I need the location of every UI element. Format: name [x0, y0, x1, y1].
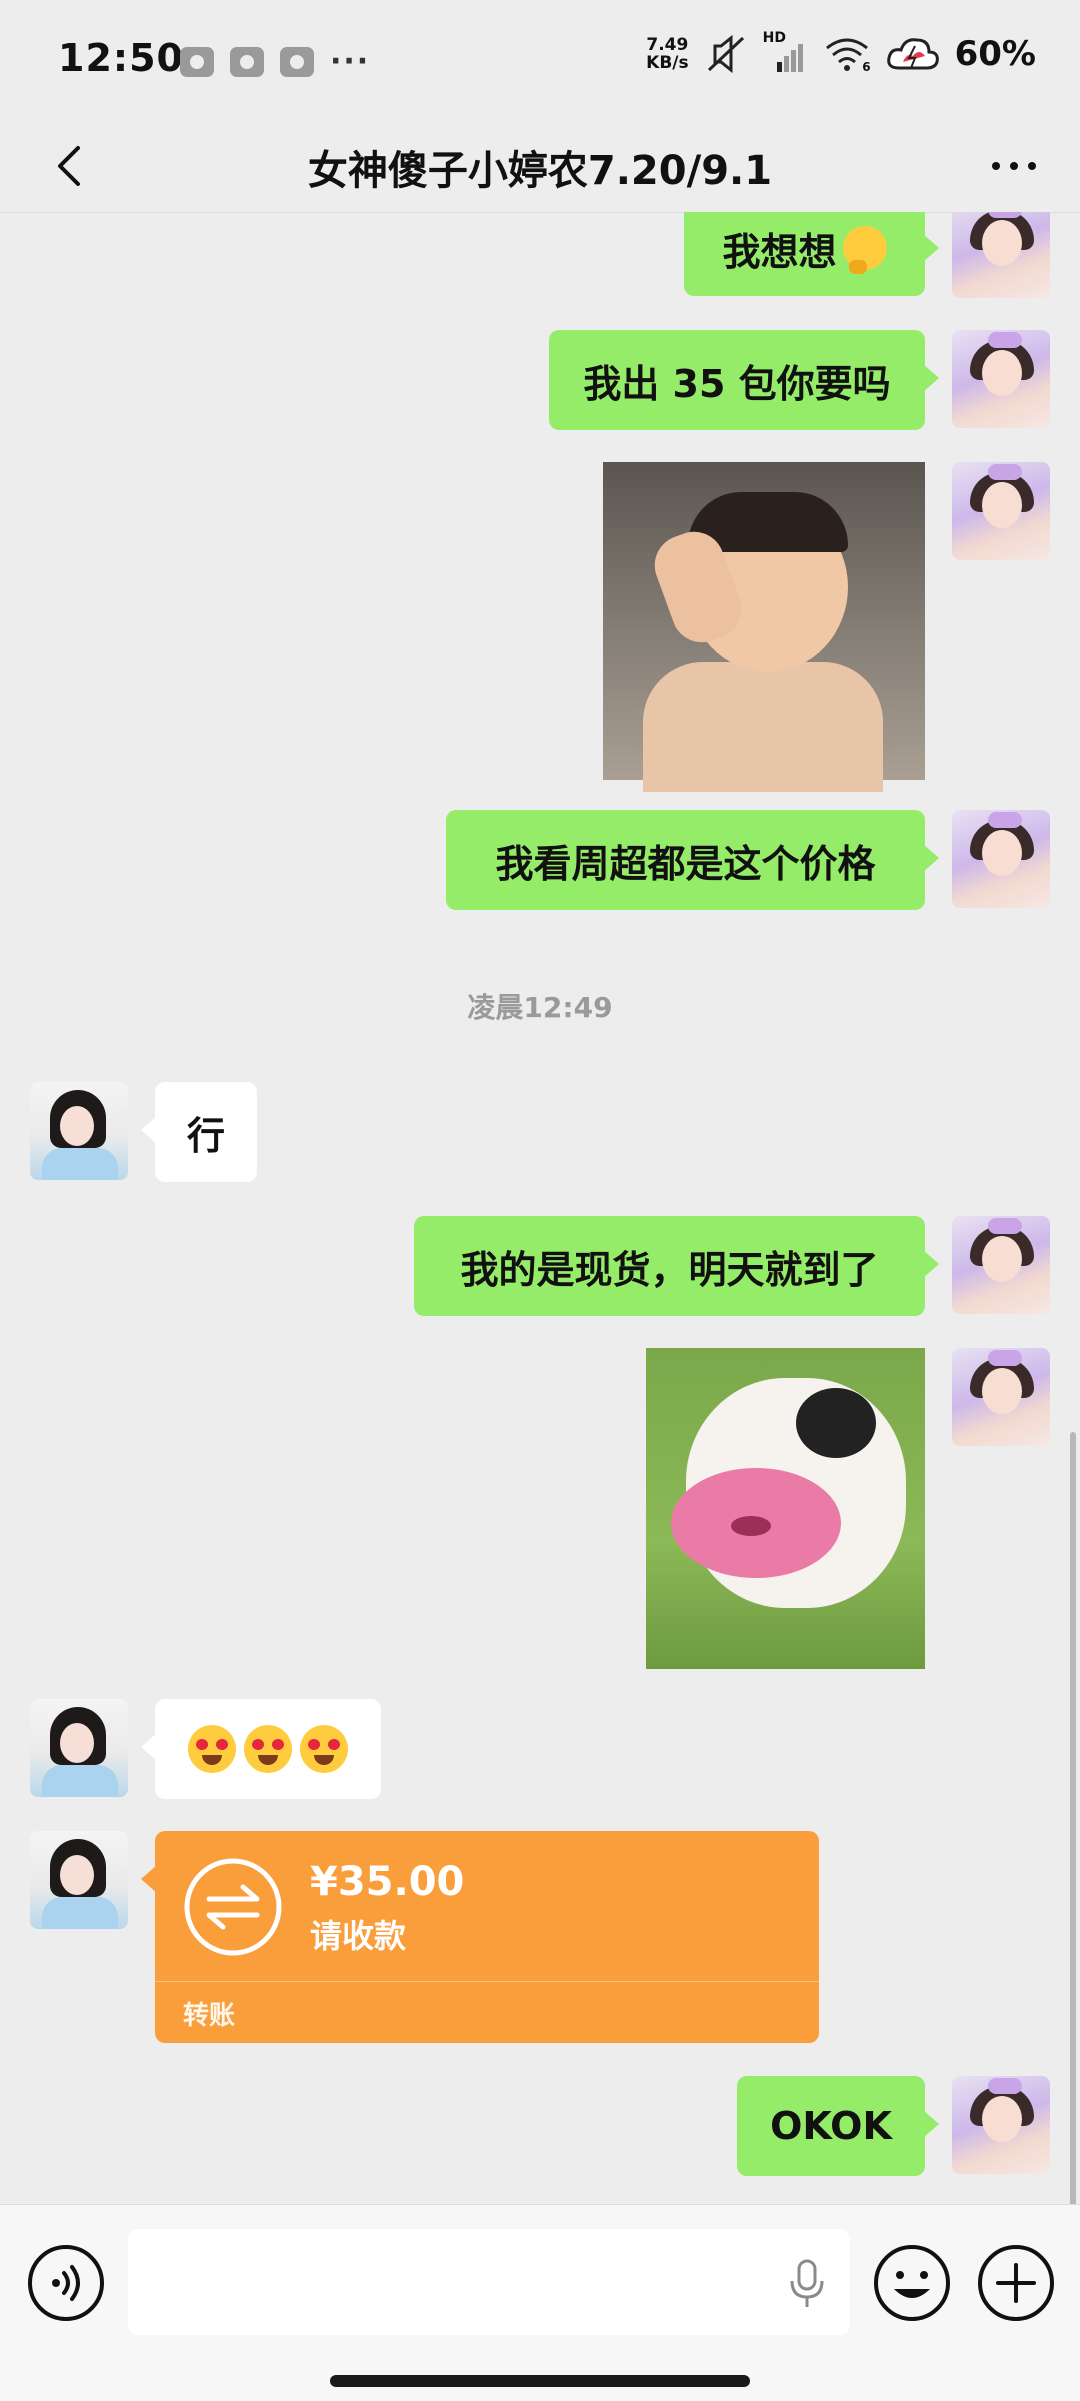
battery-level: 60% [954, 34, 1036, 74]
message-bubble-sent[interactable]: OKOK [737, 2076, 939, 2176]
chat-scrollbar[interactable] [1070, 1432, 1076, 2204]
my-avatar[interactable] [952, 330, 1050, 428]
microphone-icon[interactable] [784, 2257, 830, 2309]
notification-icons: ··· [180, 44, 370, 79]
more-options-button[interactable] [984, 146, 1044, 186]
cell-signal-icon: HD [763, 30, 809, 74]
message-text: 我想想 [722, 229, 837, 274]
cow-lips-sticker-image[interactable] [646, 1348, 925, 1669]
mute-vibrate-icon [707, 34, 744, 74]
message-text: OKOK [770, 2104, 892, 2148]
message-bubble-sent[interactable]: 我看周超都是这个价格 [446, 810, 939, 910]
my-avatar[interactable] [952, 810, 1050, 908]
voice-mode-button[interactable] [26, 2243, 106, 2323]
thinking-face-icon [842, 226, 887, 274]
transfer-label: 转账 [183, 2001, 236, 2031]
more-functions-button[interactable] [976, 2243, 1056, 2323]
network-speed-unit: KB/s [646, 53, 689, 73]
record-notification-icon [280, 46, 314, 77]
contact-avatar[interactable] [30, 1699, 128, 1797]
network-speed: 7.49 KB/s [646, 36, 688, 72]
transfer-amount: ¥35.00 [310, 1859, 465, 1905]
contact-avatar[interactable] [30, 1831, 128, 1929]
system-status-icons: 7.49 KB/s HD 6 60% [646, 30, 1036, 74]
transfer-status: 请收款 [310, 1917, 407, 1955]
chat-title: 女神傻子小婷农7.20/9.1 [307, 148, 773, 194]
heart-eyes-drooling-icon [188, 1725, 236, 1773]
emoji-button[interactable] [872, 2243, 952, 2323]
transfer-divider [155, 1981, 819, 1982]
chat-message-list[interactable]: 我想想 我出 35 包你要吗 我看周超都是这个价格 凌晨12:49 行 我的是现… [0, 212, 1080, 2204]
message-input-field[interactable] [128, 2229, 850, 2335]
paw-notification-icon [230, 46, 264, 77]
my-avatar[interactable] [952, 462, 1050, 560]
network-speed-value: 7.49 [646, 35, 689, 55]
message-text: 行 [186, 1113, 225, 1158]
status-bar: 12:50 ··· 7.49 KB/s HD 6 60% [0, 0, 1080, 120]
my-avatar[interactable] [952, 1216, 1050, 1314]
weibo-notification-icon [180, 46, 214, 77]
home-indicator[interactable] [330, 2375, 750, 2387]
wifi-standard-label: 6 [862, 60, 871, 74]
message-bubble-received[interactable] [141, 1699, 381, 1799]
my-avatar[interactable] [952, 212, 1050, 298]
money-transfer-card[interactable]: ¥35.00 请收款 转账 [141, 1831, 819, 2043]
transfer-arrows-icon [184, 1858, 282, 1956]
message-text: 我看周超都是这个价格 [495, 841, 876, 886]
battery-cloud-icon [886, 38, 939, 70]
message-input-bar [0, 2204, 1080, 2401]
my-avatar[interactable] [952, 2076, 1050, 2174]
heart-eyes-drooling-icon [244, 1725, 292, 1773]
my-avatar[interactable] [952, 1348, 1050, 1446]
more-notifications-icon: ··· [330, 44, 371, 79]
contact-avatar[interactable] [30, 1082, 128, 1180]
message-bubble-sent[interactable]: 我想想 [684, 212, 939, 296]
wifi-icon: 6 [823, 34, 871, 74]
message-text: 我的是现货，明天就到了 [460, 1247, 879, 1292]
heart-eyes-drooling-icon [300, 1725, 348, 1773]
message-bubble-sent[interactable]: 我出 35 包你要吗 [549, 330, 939, 430]
status-time: 12:50 [58, 36, 184, 80]
hd-label: HD [762, 30, 786, 46]
chat-header: 女神傻子小婷农7.20/9.1 [0, 120, 1080, 213]
message-bubble-received[interactable]: 行 [141, 1082, 257, 1182]
baby-sticker-image[interactable] [603, 462, 925, 792]
message-timestamp: 凌晨12:49 [467, 991, 613, 1024]
message-bubble-sent[interactable]: 我的是现货，明天就到了 [414, 1216, 939, 1316]
message-text: 我出 35 包你要吗 [583, 361, 891, 406]
